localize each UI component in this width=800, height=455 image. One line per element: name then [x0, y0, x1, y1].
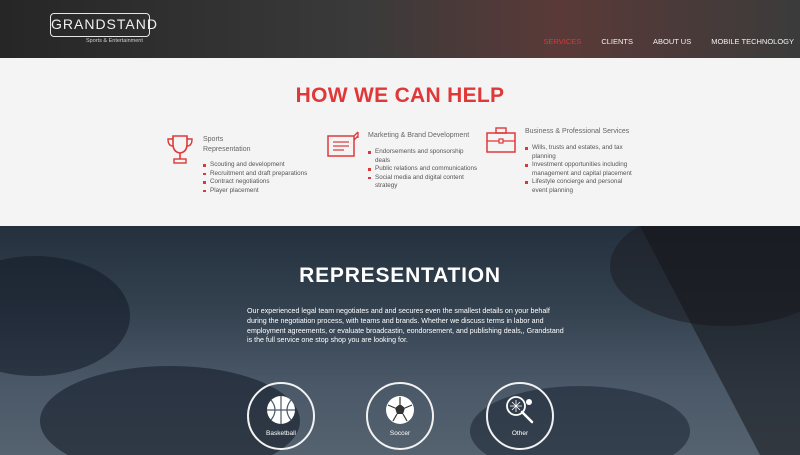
list-item: Social media and digital content strateg…	[368, 174, 478, 191]
representation-section: REPRESENTATION Our experienced legal tea…	[0, 226, 800, 455]
service-list: Wills, trusts and estates, and tax plann…	[525, 144, 635, 196]
list-item: Player placement	[203, 187, 323, 196]
service-title: Sports Representation	[203, 135, 250, 155]
service-list: Scouting and development Recruitment and…	[203, 161, 323, 195]
service-title: Marketing & Brand Development	[368, 131, 469, 141]
service-title-line2: Representation	[203, 146, 251, 153]
main-nav: SERVICES CLIENTS ABOUT US MOBILE TECHNOL…	[544, 37, 794, 46]
representation-title: REPRESENTATION	[299, 264, 501, 287]
logo-tagline: Sports & Entertainment	[86, 38, 143, 44]
list-item: Recruitment and draft preparations	[203, 170, 323, 179]
list-item: Public relations and communications	[368, 165, 478, 174]
briefcase-icon	[486, 127, 516, 153]
logo-text: GRANDSTAND	[51, 16, 158, 32]
list-item: Lifestyle concierge and personal event p…	[525, 178, 635, 195]
nav-services[interactable]: SERVICES	[544, 37, 582, 46]
list-item: Endorsements and sponsorship deals	[368, 148, 478, 165]
sport-label: Other	[511, 430, 529, 437]
nav-mobile-technology[interactable]: MOBILE TECHNOLOGY	[711, 37, 794, 46]
sport-other-button[interactable]: Other	[486, 382, 554, 450]
billboard-icon	[327, 131, 359, 157]
sport-soccer-button[interactable]: Soccer	[366, 382, 434, 450]
sport-basketball-button[interactable]: Basketball	[247, 382, 315, 450]
nav-about-us[interactable]: ABOUT US	[653, 37, 691, 46]
service-title-line1: Business & Professional Services	[525, 128, 630, 135]
site-header: GRANDSTAND Sports & Entertainment SERVIC…	[0, 0, 800, 58]
list-item: Scouting and development	[203, 161, 323, 170]
help-title: HOW WE CAN HELP	[295, 84, 505, 107]
basketball-icon	[267, 396, 295, 424]
tennis-icon	[506, 396, 534, 424]
sport-label: Basketball	[266, 430, 296, 437]
soccer-ball-icon	[386, 396, 414, 424]
service-title: Business & Professional Services	[525, 127, 629, 137]
representation-text: Our experienced legal team negotiates an…	[247, 307, 564, 345]
stadium-structure	[640, 226, 800, 455]
service-title-line1: Sports	[203, 136, 224, 143]
how-we-can-help-section: HOW WE CAN HELP Sports Representation Sc…	[0, 58, 800, 226]
list-item: Wills, trusts and estates, and tax plann…	[525, 144, 635, 161]
trophy-icon	[167, 135, 193, 164]
logo[interactable]: GRANDSTAND	[50, 13, 158, 37]
service-list: Endorsements and sponsorship deals Publi…	[368, 148, 478, 191]
list-item: Investment opportunities including manag…	[525, 161, 635, 178]
nav-clients[interactable]: CLIENTS	[601, 37, 633, 46]
sport-label: Soccer	[389, 430, 411, 437]
service-title-line1: Marketing & Brand Development	[368, 132, 470, 139]
list-item: Contract negotiations	[203, 178, 323, 187]
